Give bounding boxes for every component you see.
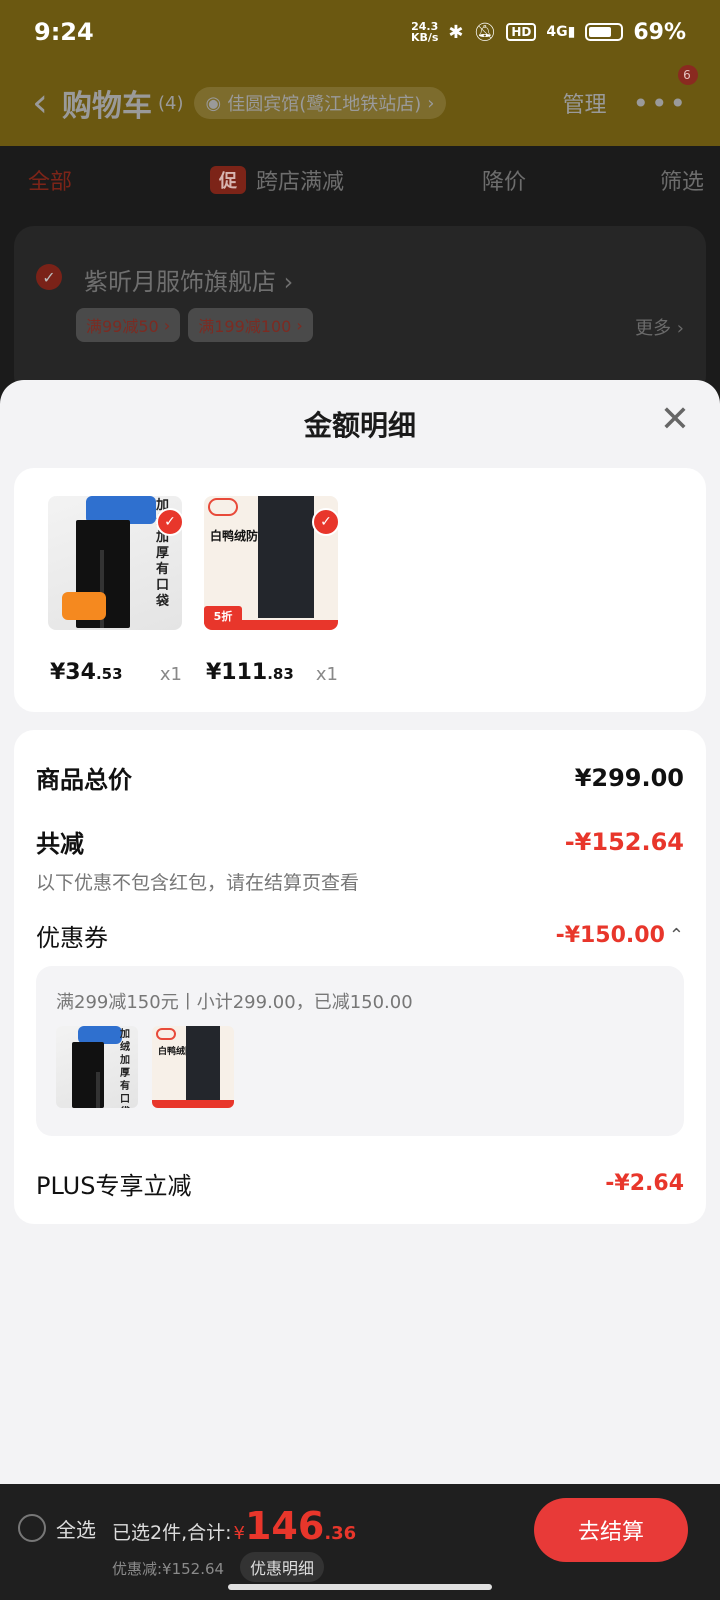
select-all-radio[interactable] xyxy=(18,1514,46,1542)
price-int: ¥34 xyxy=(50,660,96,685)
reduce-row: 共减 -¥152.64 xyxy=(36,824,684,859)
plus-value: -¥2.64 xyxy=(605,1171,684,1196)
check-icon[interactable]: ✓ xyxy=(312,508,340,536)
discount-detail-button[interactable]: 优惠明细 xyxy=(240,1552,325,1582)
location-label: 佳圆宾馆(鹭江地铁站店) xyxy=(227,94,422,115)
selected-summary: 已选2件,合计: ¥ 146 .36 xyxy=(112,1504,356,1548)
battery-icon xyxy=(585,23,624,41)
coupon-description: 满299减150元丨小计299.00，已减150.00 xyxy=(56,992,413,1013)
coupon-value: -¥150.00 xyxy=(555,923,665,948)
more-dots-icon: ••• xyxy=(632,86,688,120)
notification-badge: 6 xyxy=(678,64,698,85)
status-bar: 9:24 24.3 KB/s ✱ 🔕︎ HD 4G▮ 69% xyxy=(34,14,686,50)
total-currency: ¥ xyxy=(233,1523,245,1544)
product-price: ¥34.53 xyxy=(50,660,123,685)
reduce-value: -¥152.64 xyxy=(564,827,684,856)
tab-price-drop[interactable]: 降价 xyxy=(482,164,526,196)
store-promo-chips: 满99减50 › 满199减100 › xyxy=(76,308,313,342)
net-speed-unit: KB/s xyxy=(410,31,439,44)
sheet-title: 金额明细 xyxy=(303,409,416,442)
coupon-product-thumb: 加绒加厚 有口袋 xyxy=(56,1026,138,1108)
tab-cross-store[interactable]: 促 跨店满减 xyxy=(210,164,344,196)
cart-header: ‹ 购物车 (4) ◉ 佳圆宾馆(鹭江地铁站店) › 管理 ••• 6 xyxy=(32,64,698,128)
store-name-label: 紫昕月服饰旗舰店 xyxy=(84,268,276,296)
product-item[interactable]: 白鸭绒防风裤 5折 ✓ ¥111.83 x1 xyxy=(204,496,340,685)
status-icons: 24.3 KB/s ✱ 🔕︎ HD 4G▮ 69% xyxy=(411,20,686,45)
reduce-label: 共减 xyxy=(36,830,84,858)
promo-chip[interactable]: 满99减50 › xyxy=(76,308,181,342)
tab-filter[interactable]: 筛选 xyxy=(660,164,704,196)
cart-tabs: 全部 促 跨店满减 降价 筛选 xyxy=(28,160,720,200)
coupon-row[interactable]: 优惠券 -¥150.00 ⌃ xyxy=(36,918,684,953)
store-more-label: 更多 xyxy=(635,318,672,339)
signal-icon: 4G▮ xyxy=(546,24,576,40)
plus-label: PLUS专享立减 xyxy=(36,1172,192,1200)
price-dec: .83 xyxy=(267,665,294,683)
price-int: ¥111 xyxy=(206,660,268,685)
store-name[interactable]: 紫昕月服饰旗舰店 › xyxy=(84,262,293,297)
mute-icon: 🔕︎ xyxy=(473,21,497,43)
chevron-right-icon: › xyxy=(427,92,435,114)
total-value: ¥299.00 xyxy=(574,763,684,792)
eye-icon: ◉ xyxy=(205,92,222,114)
promo-badge: 促 xyxy=(210,166,246,194)
top-bar: 9:24 24.3 KB/s ✱ 🔕︎ HD 4G▮ 69% ‹ 购物车 (4)… xyxy=(0,0,720,146)
reduce-note: 以下优惠不包含红包，请在结算页查看 xyxy=(36,872,360,894)
product-list: 加绒加厚 有口袋 ✓ ¥34.53 x1 白鸭绒防风裤 5折 ✓ ¥111.83… xyxy=(14,468,706,712)
amount-detail-sheet: 金额明细 ✕ 加绒加厚 有口袋 ✓ ¥34.53 x1 白鸭绒防风裤 5折 ✓ … xyxy=(0,380,720,1484)
cart-count: (4) xyxy=(158,92,184,114)
coupon-value-wrap: -¥150.00 ⌃ xyxy=(556,923,684,948)
battery-percent: 69% xyxy=(633,19,686,45)
product-item[interactable]: 加绒加厚 有口袋 ✓ ¥34.53 x1 xyxy=(48,496,184,685)
check-icon[interactable]: ✓ xyxy=(156,508,184,536)
product-qty: x1 xyxy=(315,664,338,685)
price-breakdown: 商品总价 ¥299.00 共减 -¥152.64 以下优惠不包含红包，请在结算页… xyxy=(14,730,706,1224)
location-selector[interactable]: ◉ 佳圆宾馆(鹭江地铁站店) › xyxy=(193,87,447,119)
promo-chip-label: 满99减50 xyxy=(86,317,159,336)
more-button[interactable]: ••• 6 xyxy=(632,64,698,120)
product-price: ¥111.83 xyxy=(206,660,294,685)
store-check-icon[interactable]: ✓ xyxy=(36,264,62,290)
net-speed: 24.3 KB/s xyxy=(411,21,438,43)
product-qty: x1 xyxy=(159,664,182,685)
total-row: 商品总价 ¥299.00 xyxy=(36,760,684,795)
total-amount-dec: .36 xyxy=(324,1523,357,1544)
total-amount-int: 146 xyxy=(244,1504,325,1548)
hd-icon: HD xyxy=(506,23,537,41)
select-all-label[interactable]: 全选 xyxy=(56,1514,96,1543)
bluetooth-icon: ✱ xyxy=(448,21,464,43)
plus-row: PLUS专享立减 -¥2.64 xyxy=(36,1166,684,1201)
total-label: 商品总价 xyxy=(36,766,132,794)
checkout-bar: 全选 已选2件,合计: ¥ 146 .36 优惠减:¥152.64 优惠明细 去… xyxy=(0,1484,720,1600)
promo-chip[interactable]: 满199减100 › xyxy=(188,308,313,342)
saved-amount: 优惠减:¥152.64 xyxy=(112,1560,225,1578)
checkout-button[interactable]: 去结算 xyxy=(534,1498,688,1562)
tab-cross-store-label: 跨店满减 xyxy=(256,170,345,195)
coupon-detail-box: 满299减150元丨小计299.00，已减150.00 加绒加厚 有口袋 白鸭绒… xyxy=(36,966,684,1136)
store-card: ✓ 紫昕月服饰旗舰店 › 满99减50 › 满199减100 › 更多 › xyxy=(14,226,706,396)
coupon-label: 优惠券 xyxy=(36,924,108,952)
chevron-up-icon: ⌃ xyxy=(668,925,684,946)
chevron-left-icon[interactable]: ‹ xyxy=(32,80,48,126)
tab-all[interactable]: 全部 xyxy=(28,164,72,196)
page-title: 购物车 xyxy=(62,89,152,124)
store-more-link[interactable]: 更多 › xyxy=(635,314,684,340)
close-icon[interactable]: ✕ xyxy=(660,402,690,438)
coupon-thumb-text: 加绒加厚 有口袋 xyxy=(120,1029,130,1108)
status-time: 9:24 xyxy=(34,18,94,46)
promo-chip-label: 满199减100 xyxy=(198,317,292,336)
manage-button[interactable]: 管理 xyxy=(562,87,606,119)
price-dec: .53 xyxy=(95,665,123,683)
discount-tag: 5折 xyxy=(204,606,242,626)
coupon-product-thumb: 白鸭绒防风裤 xyxy=(152,1026,234,1108)
home-indicator[interactable] xyxy=(228,1584,492,1590)
selected-text: 已选2件,合计: xyxy=(112,1522,232,1544)
